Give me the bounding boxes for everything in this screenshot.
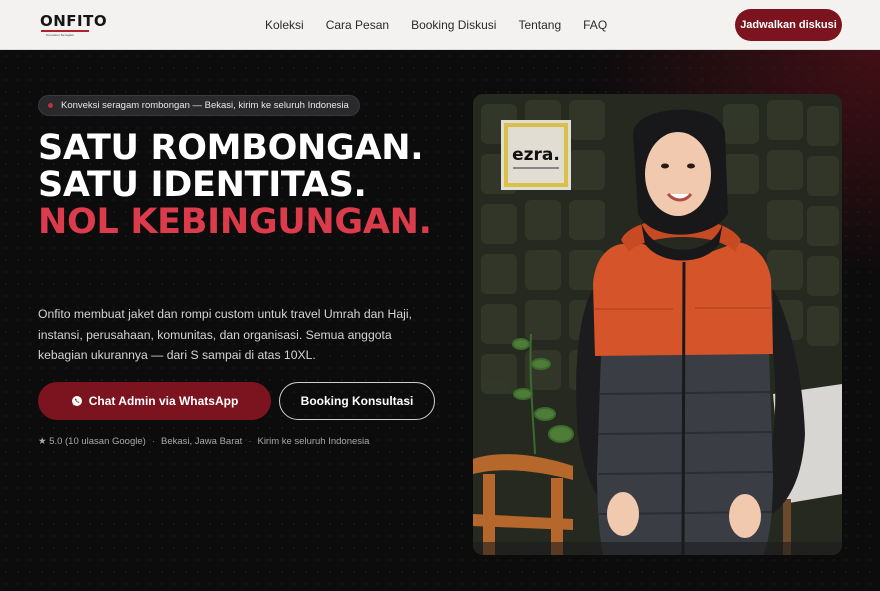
location-text: Bekasi, Jawa Barat [160,436,243,447]
nav-links: Koleksi Cara Pesan Booking Diskusi Tenta… [265,17,629,33]
hero-badge-text: Konveksi seragam rombongan — Bekasi, kir… [61,100,349,111]
headline-line-3: NOL KEBINGUNGAN. [38,202,432,242]
top-navbar: ONFITO Konveksi Seragam Koleksi Cara Pes… [0,0,880,50]
logo-tagline: Konveksi Seragam [46,33,75,37]
whatsapp-icon [71,396,82,406]
nav-link-koleksi[interactable]: Koleksi [265,17,304,33]
hero-meta: ★ 5.0 (10 ulasan Google) · Bekasi, Jawa … [38,435,369,449]
hero-lead-text: Onfito membuat jaket dan rompi custom un… [38,307,412,362]
nav-link-cara-pesan[interactable]: Cara Pesan [326,17,389,33]
rating-text: ★ 5.0 (10 ulasan Google) [38,436,146,447]
whatsapp-button-label: Chat Admin via WhatsApp [88,394,239,408]
brand-logo[interactable]: ONFITO Konveksi Seragam [40,12,107,38]
hero-product-photo: ezra. [473,94,842,555]
logo-wordmark: ONFITO [40,12,108,30]
meta-separator: · [248,436,252,447]
hero-section: Konveksi seragam rombongan — Bekasi, kir… [0,50,880,591]
meta-separator: · [151,436,155,447]
shipping-text: Kirim ke seluruh Indonesia [257,436,370,447]
whatsapp-chat-button[interactable]: Chat Admin via WhatsApp [38,382,271,420]
nav-link-tentang[interactable]: Tentang [518,17,561,33]
logo-underline [41,30,89,32]
vest-model-illustration: ezra. [473,94,842,555]
nav-link-faq[interactable]: FAQ [583,17,607,33]
headline-line-2: SATU IDENTITAS. [38,165,367,205]
schedule-discussion-button[interactable]: Jadwalkan diskusi [735,9,842,41]
headline-line-1: SATU ROMBONGAN. [38,128,424,168]
nav-link-booking-diskusi[interactable]: Booking Diskusi [411,17,496,33]
booking-consultation-button[interactable]: Booking Konsultasi [279,382,435,420]
hero-badge: Konveksi seragam rombongan — Bekasi, kir… [38,95,360,116]
badge-dot-icon [48,103,53,108]
hero-headline: SATU ROMBONGAN. SATU IDENTITAS. NOL KEBI… [38,130,458,241]
ezra-sign-text: ezra. [512,145,560,165]
